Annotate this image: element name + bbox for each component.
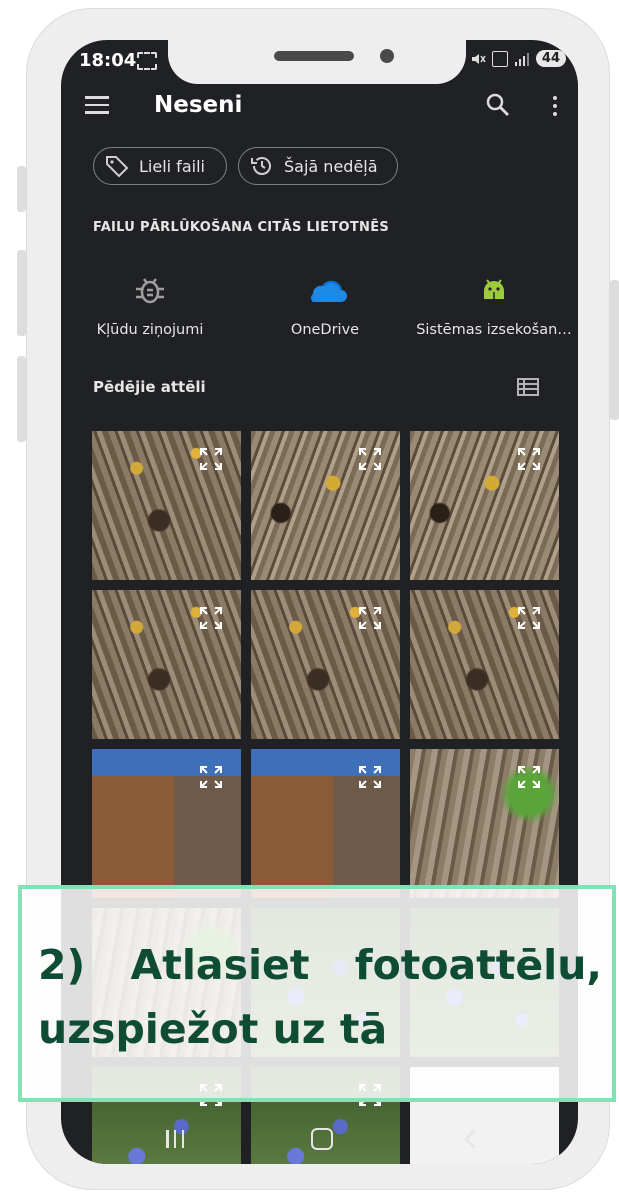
chip-this-week[interactable]: Šajā nedēļā — [238, 147, 398, 185]
image-thumbnail[interactable] — [251, 749, 400, 898]
phone-notch — [168, 38, 466, 84]
list-view-icon[interactable] — [517, 377, 539, 397]
screen-record-icon — [137, 52, 157, 70]
image-thumbnail[interactable] — [92, 749, 241, 898]
chip-label: Lieli faili — [139, 156, 205, 176]
image-thumbnail[interactable] — [92, 590, 241, 739]
bug-icon — [136, 278, 164, 304]
app-label: Kļūdu ziņojumi — [96, 322, 204, 338]
chip-label: Šajā nedēļā — [284, 156, 378, 176]
app-label: OneDrive — [290, 322, 360, 338]
home-button-icon[interactable] — [311, 1128, 333, 1150]
image-thumbnail[interactable] — [410, 749, 559, 898]
expand-icon[interactable] — [199, 765, 223, 789]
image-thumbnail[interactable] — [92, 431, 241, 580]
expand-icon[interactable] — [517, 606, 541, 630]
image-thumbnail[interactable] — [410, 590, 559, 739]
tag-icon — [106, 156, 129, 178]
chip-large-files[interactable]: Lieli faili — [93, 147, 227, 185]
status-time: 18:04 — [79, 50, 137, 71]
image-thumbnail[interactable] — [251, 590, 400, 739]
browse-other-apps-heading: FAILU PĀRLŪKOŠANA CITĀS LIETOTNĒS — [93, 220, 390, 235]
phone-volume-down-button — [17, 356, 26, 442]
expand-icon[interactable] — [358, 447, 382, 471]
onedrive-icon — [311, 280, 347, 302]
recents-button-icon[interactable] — [166, 1130, 184, 1148]
system-navigation-bar — [61, 1120, 578, 1164]
mute-icon — [471, 53, 486, 64]
hamburger-menu-icon[interactable] — [85, 96, 109, 114]
phone-volume-up-button — [17, 250, 26, 336]
app-onedrive[interactable]: OneDrive — [240, 270, 410, 338]
expand-icon[interactable] — [358, 606, 382, 630]
expand-icon[interactable] — [358, 765, 382, 789]
expand-icon[interactable] — [517, 447, 541, 471]
instruction-word: fotoattēlu, — [354, 941, 602, 989]
instruction-overlay: 2) Atlasiet fotoattēlu, uzspiežot uz tā — [18, 885, 616, 1102]
instruction-line-2: uzspiežot uz tā — [38, 1005, 388, 1053]
back-button-icon[interactable] — [463, 1128, 477, 1150]
app-bug-reports[interactable]: Kļūdu ziņojumi — [65, 270, 235, 338]
instruction-step-number: 2) — [38, 941, 86, 989]
recent-images-heading: Pēdējie attēli — [93, 378, 206, 396]
instruction-line-1: 2) Atlasiet fotoattēlu, — [38, 941, 602, 989]
app-label: Sistēmas izsekošan… — [416, 322, 572, 338]
android-icon — [484, 279, 504, 299]
instruction-word: Atlasiet — [130, 941, 310, 989]
speaker-grille — [274, 51, 354, 61]
status-icons: 44 — [457, 50, 566, 67]
phone-power-button — [610, 280, 619, 420]
expand-icon[interactable] — [199, 447, 223, 471]
expand-icon[interactable] — [199, 606, 223, 630]
image-thumbnail[interactable] — [251, 431, 400, 580]
more-options-icon[interactable] — [549, 92, 561, 120]
signal-icon — [514, 52, 529, 66]
app-bar: Neseni — [61, 84, 578, 128]
image-thumbnail[interactable] — [410, 431, 559, 580]
phone-side-button — [17, 166, 26, 212]
history-icon — [251, 157, 271, 175]
front-camera — [380, 49, 394, 63]
search-icon[interactable] — [485, 92, 511, 118]
data-icon — [491, 50, 508, 67]
expand-icon[interactable] — [517, 765, 541, 789]
battery-indicator: 44 — [535, 50, 566, 67]
app-system-tracing[interactable]: Sistēmas izsekošan… — [410, 270, 578, 338]
page-title: Neseni — [154, 92, 243, 118]
